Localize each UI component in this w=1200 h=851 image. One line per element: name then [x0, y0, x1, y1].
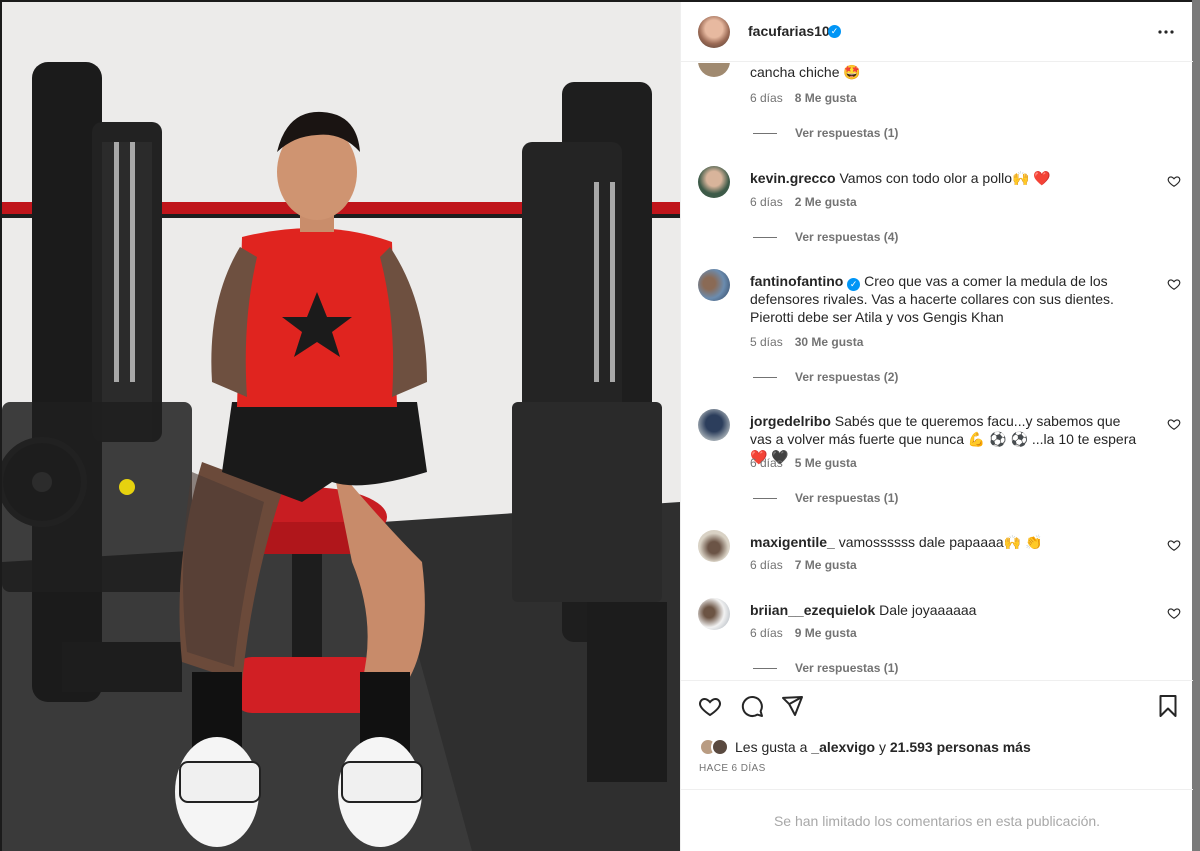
- view-replies-button[interactable]: Ver respuestas (2): [753, 370, 898, 384]
- comment-avatar[interactable]: [698, 530, 730, 562]
- comment-username[interactable]: kevin.grecco: [750, 170, 836, 186]
- post-photo-image: [2, 2, 680, 851]
- view-replies-label: Ver respuestas (2): [795, 370, 899, 384]
- view-replies-button[interactable]: Ver respuestas (4): [753, 230, 898, 244]
- comment-text: vamossssss dale papaaaa🙌 👏: [838, 534, 1043, 550]
- comment-likes[interactable]: 5 Me gusta: [795, 456, 857, 470]
- comment-text: Vamos con todo olor a pollo🙌 ❤️: [839, 170, 1051, 186]
- comment-username[interactable]: jorgedelribo: [750, 413, 831, 429]
- post-sidebar: facufarias10 ✓ cancha chiche 🤩 6 días 8 M…: [680, 2, 1193, 851]
- comment-avatar[interactable]: [698, 409, 730, 441]
- background-overlay: [1192, 0, 1200, 851]
- comments-list[interactable]: cancha chiche 🤩 6 días 8 Me gusta Ver res…: [681, 63, 1193, 679]
- likes-prefix: Les gusta a: [735, 739, 812, 755]
- comment-like-heart-icon[interactable]: [1167, 277, 1181, 291]
- comment-body: kevin.grecco Vamos con todo olor a pollo…: [750, 169, 1145, 187]
- post-header: facufarias10 ✓: [681, 2, 1193, 62]
- heart-icon[interactable]: [698, 694, 722, 718]
- comment-body: maxigentile_ vamossssss dale papaaaa🙌 👏: [750, 533, 1145, 551]
- view-replies-button[interactable]: Ver respuestas (1): [753, 491, 898, 505]
- view-replies-label: Ver respuestas (1): [795, 491, 899, 505]
- author-avatar[interactable]: [698, 16, 730, 48]
- comment-time: 6 días: [750, 195, 783, 209]
- comment-time: 6 días: [750, 558, 783, 572]
- comment-meta: 6 días 8 Me gusta: [750, 91, 857, 105]
- comment-avatar[interactable]: [698, 166, 730, 198]
- send-icon[interactable]: [780, 694, 804, 718]
- comment-icon[interactable]: [740, 694, 764, 718]
- likes-summary[interactable]: Les gusta a _alexvigo y 21.593 personas …: [699, 738, 1031, 756]
- action-bar: [681, 680, 1193, 740]
- comment-likes[interactable]: 30 Me gusta: [795, 335, 864, 349]
- comment-likes[interactable]: 2 Me gusta: [795, 195, 857, 209]
- view-replies-button[interactable]: Ver respuestas (1): [753, 126, 898, 140]
- replies-divider: [753, 497, 777, 499]
- comment-time: 5 días: [750, 335, 783, 349]
- verified-badge-icon: ✓: [847, 278, 861, 291]
- comment-like-heart-icon[interactable]: [1167, 538, 1181, 552]
- verified-badge-icon: ✓: [828, 25, 841, 38]
- replies-divider: [753, 376, 777, 378]
- comment-meta: 6 días 5 Me gusta: [750, 456, 857, 470]
- post-modal: facufarias10 ✓ cancha chiche 🤩 6 días 8 M…: [0, 0, 1200, 851]
- comment-username[interactable]: maxigentile_: [750, 534, 835, 550]
- comment-like-heart-icon[interactable]: [1167, 174, 1181, 188]
- comment-username[interactable]: fantinofantino: [750, 273, 843, 289]
- comment-likes[interactable]: 7 Me gusta: [795, 558, 857, 572]
- comment-time: 6 días: [750, 626, 783, 640]
- comment-time: 6 días: [750, 456, 783, 470]
- replies-divider: [753, 236, 777, 238]
- comment-text: Dale joyaaaaaa: [879, 602, 977, 618]
- comment-likes[interactable]: 8 Me gusta: [795, 91, 857, 105]
- comment-meta: 5 días 30 Me gusta: [750, 335, 863, 349]
- view-replies-label: Ver respuestas (1): [795, 126, 899, 140]
- post-photo[interactable]: [2, 2, 680, 851]
- comment-meta: 6 días 7 Me gusta: [750, 558, 857, 572]
- comment-like-heart-icon[interactable]: [1167, 417, 1181, 431]
- liked-by-user[interactable]: _alexvigo: [811, 739, 875, 755]
- view-replies-label: Ver respuestas (1): [795, 661, 899, 675]
- comment-meta: 6 días 2 Me gusta: [750, 195, 857, 209]
- view-replies-button[interactable]: Ver respuestas (1): [753, 661, 898, 675]
- liker-avatar: [711, 738, 729, 756]
- more-horizontal-icon[interactable]: [1154, 20, 1178, 44]
- comment-avatar[interactable]: [698, 598, 730, 630]
- comment-likes[interactable]: 9 Me gusta: [795, 626, 857, 640]
- likes-count[interactable]: 21.593 personas más: [890, 739, 1031, 755]
- author-username[interactable]: facufarias10: [748, 23, 830, 39]
- comment-avatar[interactable]: [698, 269, 730, 301]
- comment-body: briian__ezequielok Dale joyaaaaaa: [750, 601, 1145, 619]
- comment-username[interactable]: briian__ezequielok: [750, 602, 875, 618]
- view-replies-label: Ver respuestas (4): [795, 230, 899, 244]
- comments-limited-notice: Se han limitado los comentarios en esta …: [681, 789, 1193, 851]
- replies-divider: [753, 132, 777, 134]
- bookmark-icon[interactable]: [1156, 694, 1180, 718]
- comment-body: fantinofantino ✓ Creo que vas a comer la…: [750, 272, 1145, 326]
- comment-time: 6 días: [750, 91, 783, 105]
- comment-text: cancha chiche 🤩: [750, 64, 861, 80]
- post-timestamp[interactable]: HACE 6 DÍAS: [699, 763, 766, 774]
- comment-like-heart-icon[interactable]: [1167, 606, 1181, 620]
- likes-connector: y: [875, 739, 890, 755]
- comment-meta: 6 días 9 Me gusta: [750, 626, 857, 640]
- comment-avatar[interactable]: [698, 63, 730, 77]
- replies-divider: [753, 667, 777, 669]
- likes-text: Les gusta a _alexvigo y 21.593 personas …: [735, 739, 1031, 755]
